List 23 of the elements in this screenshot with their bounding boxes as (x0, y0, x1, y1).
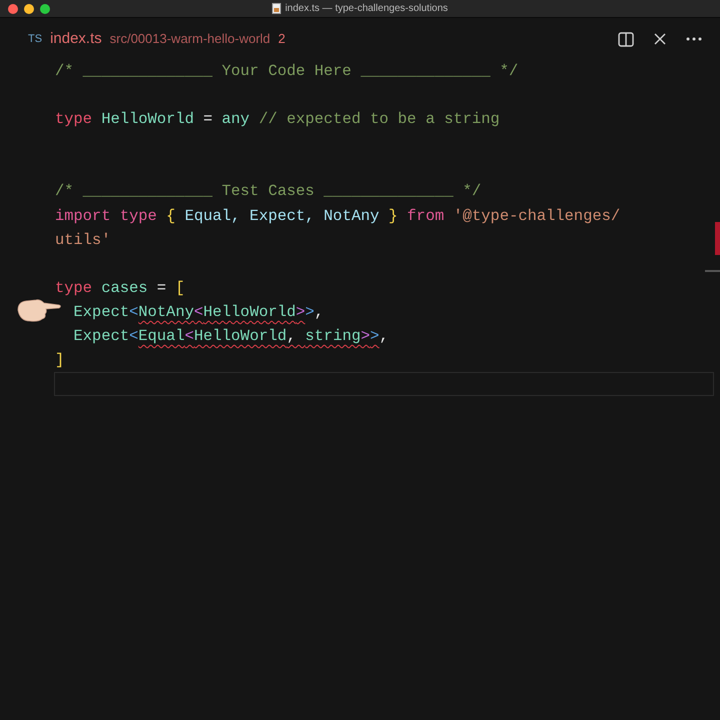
code-line: type HelloWorld = any // expected to be a string (55, 109, 500, 130)
scrollbar-error-marker (715, 222, 720, 255)
code-line: utils' (55, 230, 111, 251)
minimize-window-button[interactable] (24, 4, 34, 14)
problem-count: 2 (278, 30, 286, 48)
code-line: Expect<Equal<HelloWorld, string>>, (72, 326, 389, 348)
window-title: index.ts — type-challenges-solutions (285, 2, 448, 16)
more-icon[interactable] (686, 37, 702, 41)
split-editor-icon[interactable] (618, 32, 634, 46)
tab-path: src/00013-warm-hello-world (110, 30, 270, 48)
code-line: /* ______________ Your Code Here ______________ */ (55, 61, 518, 82)
typescript-file-icon: TS (28, 30, 42, 48)
close-window-button[interactable] (8, 4, 18, 14)
scrollbar-cursor-marker (705, 270, 720, 272)
file-icon (272, 3, 282, 14)
code-line: /* ______________ Test Cases ______________ */ (55, 181, 482, 202)
zoom-window-button[interactable] (40, 4, 50, 14)
code-line: Expect<NotAny<HelloWorld>>, (72, 302, 324, 323)
close-icon[interactable] (654, 33, 666, 45)
code-line: type cases = [ (55, 278, 185, 299)
code-line: import type { Equal, Expect, NotAny } from '@type-challenges/ (55, 206, 620, 227)
tab-filename[interactable]: index.ts (50, 28, 102, 50)
code-line: ] (55, 350, 64, 372)
